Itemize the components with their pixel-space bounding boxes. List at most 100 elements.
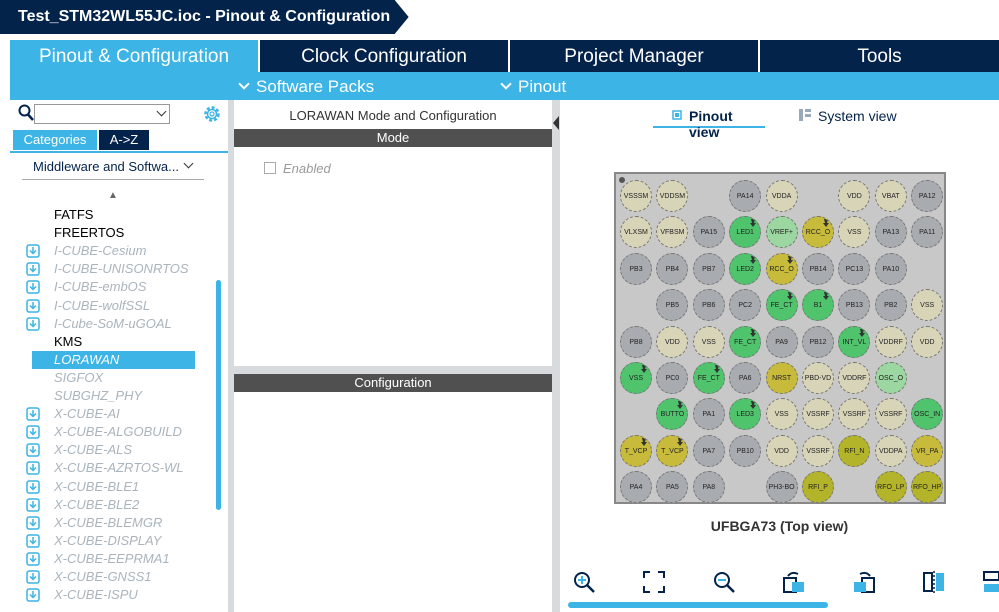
tab-pinout-configuration[interactable]: Pinout & Configuration	[10, 40, 260, 72]
pin[interactable]: PA5	[656, 471, 689, 504]
pin[interactable]: PB13	[838, 289, 871, 322]
breadcrumb-title[interactable]: Test_STM32WL55JC.ioc - Pinout & Configur…	[0, 0, 395, 34]
pin[interactable]: PC0	[656, 362, 689, 394]
list-item[interactable]: FATFS	[26, 206, 206, 224]
pin[interactable]: RCC_O	[765, 252, 798, 285]
list-item[interactable]: X-CUBE-EEPRMA1	[26, 550, 206, 568]
vertical-scrollbar[interactable]	[216, 280, 221, 510]
pin[interactable]: PB7	[692, 252, 725, 285]
list-item[interactable]: X-CUBE-DISPLAY	[26, 532, 206, 550]
pin[interactable]: VDDSM	[656, 180, 689, 212]
pin[interactable]: VSS	[692, 325, 725, 358]
pin[interactable]: PA6	[729, 362, 762, 394]
pin[interactable]: VDDPA	[874, 434, 907, 467]
pin[interactable]: VSS	[838, 216, 871, 249]
pin[interactable]: VDD	[911, 325, 944, 358]
pinout-view-tab[interactable]: Pinout view	[653, 108, 765, 140]
tab-categories[interactable]: Categories	[13, 130, 97, 150]
middleware-group-select[interactable]: Middleware and Softwa...	[22, 158, 204, 180]
pin[interactable]: VSSRF	[838, 398, 871, 431]
pin[interactable]: RFO_HP	[911, 471, 944, 504]
pin[interactable]: VDD	[838, 180, 871, 212]
pin[interactable]: B1	[802, 289, 834, 322]
rotate-left-icon[interactable]	[852, 570, 876, 594]
pin[interactable]: OSC_IN	[911, 398, 944, 431]
pin[interactable]: PA12	[911, 180, 944, 212]
pin[interactable]: PC2	[729, 289, 762, 322]
rotate-right-icon[interactable]	[782, 570, 806, 594]
list-item[interactable]: X-CUBE-BLE2	[26, 496, 206, 514]
pin[interactable]: INT_VL	[838, 325, 871, 358]
list-item[interactable]: I-CUBE-UNISONRTOS	[26, 260, 206, 278]
pin[interactable]: PB5	[656, 289, 689, 322]
pin[interactable]: PH3-BO	[765, 471, 798, 504]
pin[interactable]: VSSRF	[874, 398, 907, 431]
flip-vertical-icon[interactable]	[982, 570, 999, 594]
list-item[interactable]: X-CUBE-AI	[26, 405, 206, 423]
chevron-down-icon[interactable]	[156, 106, 167, 117]
search-icon[interactable]	[18, 104, 34, 122]
list-item[interactable]: SUBGHZ_PHY	[26, 387, 206, 405]
section-splitter[interactable]	[234, 366, 552, 374]
pin[interactable]: VFBSM	[656, 216, 689, 249]
pin[interactable]: BUTTO	[656, 398, 689, 431]
list-item[interactable]: I-CUBE-Cesium	[26, 242, 206, 260]
list-item[interactable]: I-CUBE-embOS	[26, 278, 206, 296]
pin[interactable]: VDDRF	[838, 362, 871, 394]
system-view-tab[interactable]: System view	[798, 108, 908, 128]
pin[interactable]: PC13	[838, 252, 871, 285]
pin[interactable]: FE_CT	[765, 289, 798, 322]
pin[interactable]: VDD	[765, 434, 798, 467]
pin[interactable]: OSC_O	[874, 362, 907, 394]
pin[interactable]: VDD	[656, 325, 689, 358]
pin[interactable]: PBD-VD	[802, 362, 834, 394]
pin[interactable]: VSS	[911, 289, 944, 322]
list-item[interactable]: I-CUBE-wolfSSL	[26, 297, 206, 315]
pin[interactable]: T_VCP	[620, 434, 652, 467]
pin[interactable]: PB8	[620, 325, 652, 358]
gear-icon[interactable]	[202, 104, 222, 124]
fit-screen-icon[interactable]	[642, 570, 666, 594]
pinout-menu[interactable]: Pinout	[500, 72, 566, 100]
pin[interactable]: PA11	[911, 216, 944, 249]
panel-divider-right[interactable]	[552, 100, 560, 612]
tab-clock-configuration[interactable]: Clock Configuration	[260, 40, 510, 72]
pin[interactable]: FE_CT	[692, 362, 725, 394]
pin[interactable]: PA8	[692, 471, 725, 504]
search-input[interactable]	[34, 104, 170, 124]
list-item[interactable]: X-CUBE-AZRTOS-WL	[26, 459, 206, 477]
pin[interactable]: PA7	[692, 434, 725, 467]
pin[interactable]: PB4	[656, 252, 689, 285]
tab-project-manager[interactable]: Project Manager	[510, 40, 760, 72]
pin[interactable]: PB12	[802, 325, 834, 358]
list-item[interactable]: LORAWAN	[32, 350, 195, 369]
pin[interactable]: RFO_LP	[874, 471, 907, 504]
pin[interactable]: LED1	[729, 216, 762, 249]
pin[interactable]: VSSRF	[802, 434, 834, 467]
pin[interactable]: NRST	[765, 362, 798, 394]
tab-a-z[interactable]: A->Z	[99, 130, 149, 150]
pin[interactable]: RCC_O	[802, 216, 834, 249]
pin[interactable]: PB6	[692, 289, 725, 322]
list-item[interactable]: X-CUBE-BLE1	[26, 478, 206, 496]
pin[interactable]: PA4	[620, 471, 652, 504]
list-item[interactable]: I-Cube-SoM-uGOAL	[26, 315, 206, 333]
zoom-in-icon[interactable]	[572, 570, 596, 594]
pin[interactable]: VR_PA	[911, 434, 944, 467]
pin[interactable]: PB3	[620, 252, 652, 285]
pin[interactable]: PA15	[692, 216, 725, 249]
list-item[interactable]: SIGFOX	[26, 369, 206, 387]
pin[interactable]: VBAT	[874, 180, 907, 212]
pin[interactable]: VLXSM	[620, 216, 652, 249]
pin[interactable]: PB14	[802, 252, 834, 285]
pin[interactable]: PB10	[729, 434, 762, 467]
pin[interactable]: VREF+	[765, 216, 798, 249]
pin[interactable]: FE_CT	[729, 325, 762, 358]
enabled-checkbox[interactable]	[264, 162, 276, 174]
pin[interactable]: VSS	[765, 398, 798, 431]
pin[interactable]: VDDRF	[874, 325, 907, 358]
pin[interactable]: PA14	[729, 180, 762, 212]
zoom-out-icon[interactable]	[712, 570, 736, 594]
tab-tools[interactable]: Tools	[760, 40, 999, 72]
list-item[interactable]: X-CUBE-ALGOBUILD	[26, 423, 206, 441]
